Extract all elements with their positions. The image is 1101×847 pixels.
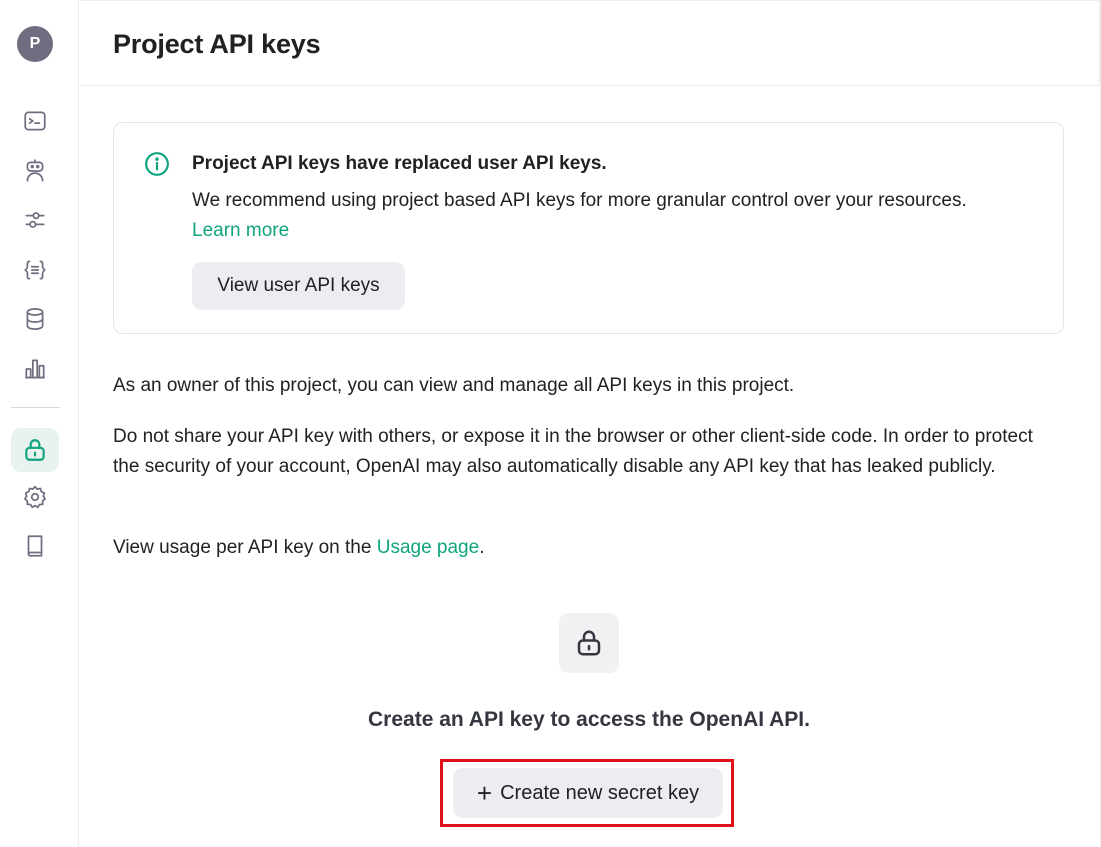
empty-state-lock	[559, 613, 619, 673]
info-icon	[145, 152, 169, 176]
sidebar-item-batches[interactable]	[11, 250, 59, 290]
robot-icon	[26, 159, 44, 182]
notice-title: Project API keys have replaced user API …	[192, 153, 607, 174]
gear-icon	[24, 485, 46, 509]
lock-icon	[577, 630, 601, 656]
view-user-api-keys-button[interactable]: View user API keys	[192, 262, 405, 310]
owner-text: As an owner of this project, you can vie…	[113, 375, 795, 396]
terminal-icon	[24, 111, 46, 131]
sidebar-item-settings[interactable]	[11, 477, 59, 517]
learn-more-link[interactable]: Learn more	[192, 220, 289, 241]
empty-state-title: Create an API key to access the OpenAI A…	[368, 708, 810, 731]
database-icon	[26, 308, 44, 330]
sidebar-item-assistants[interactable]	[11, 151, 59, 191]
sidebar-divider	[11, 407, 60, 408]
notice-body-text: We recommend using project based API key…	[192, 190, 967, 211]
page-header: Project API keys	[80, 0, 1100, 86]
page-title: Project API keys	[113, 29, 321, 59]
sidebar-item-storage[interactable]	[11, 299, 59, 339]
avatar[interactable]: P	[17, 26, 53, 62]
usage-page-link[interactable]: Usage page	[377, 537, 479, 558]
sidebar-item-api-keys[interactable]	[11, 428, 59, 472]
create-new-secret-key-button[interactable]: + Create new secret key	[453, 768, 723, 818]
plus-icon: +	[476, 778, 493, 808]
sidebar-item-playground[interactable]	[11, 101, 59, 141]
braces-icon	[24, 260, 46, 280]
sidebar-item-docs[interactable]	[11, 526, 59, 566]
bar-chart-icon	[25, 359, 45, 379]
sidebar-item-usage[interactable]	[11, 349, 59, 389]
usage-text: View usage per API key on the Usage page…	[113, 533, 1063, 563]
security-text: Do not share your API key with others, o…	[113, 426, 1033, 477]
usage-suffix: .	[479, 537, 485, 558]
notice-body: We recommend using project based API key…	[192, 186, 992, 246]
sidebar-item-fine-tuning[interactable]	[11, 200, 59, 240]
sliders-icon	[25, 212, 45, 228]
notice-card: Project API keys have replaced user API …	[113, 122, 1064, 334]
book-icon	[27, 535, 43, 557]
create-button-label: Create new secret key	[500, 781, 700, 804]
usage-prefix: View usage per API key on the	[113, 537, 372, 558]
lock-icon	[25, 439, 45, 461]
